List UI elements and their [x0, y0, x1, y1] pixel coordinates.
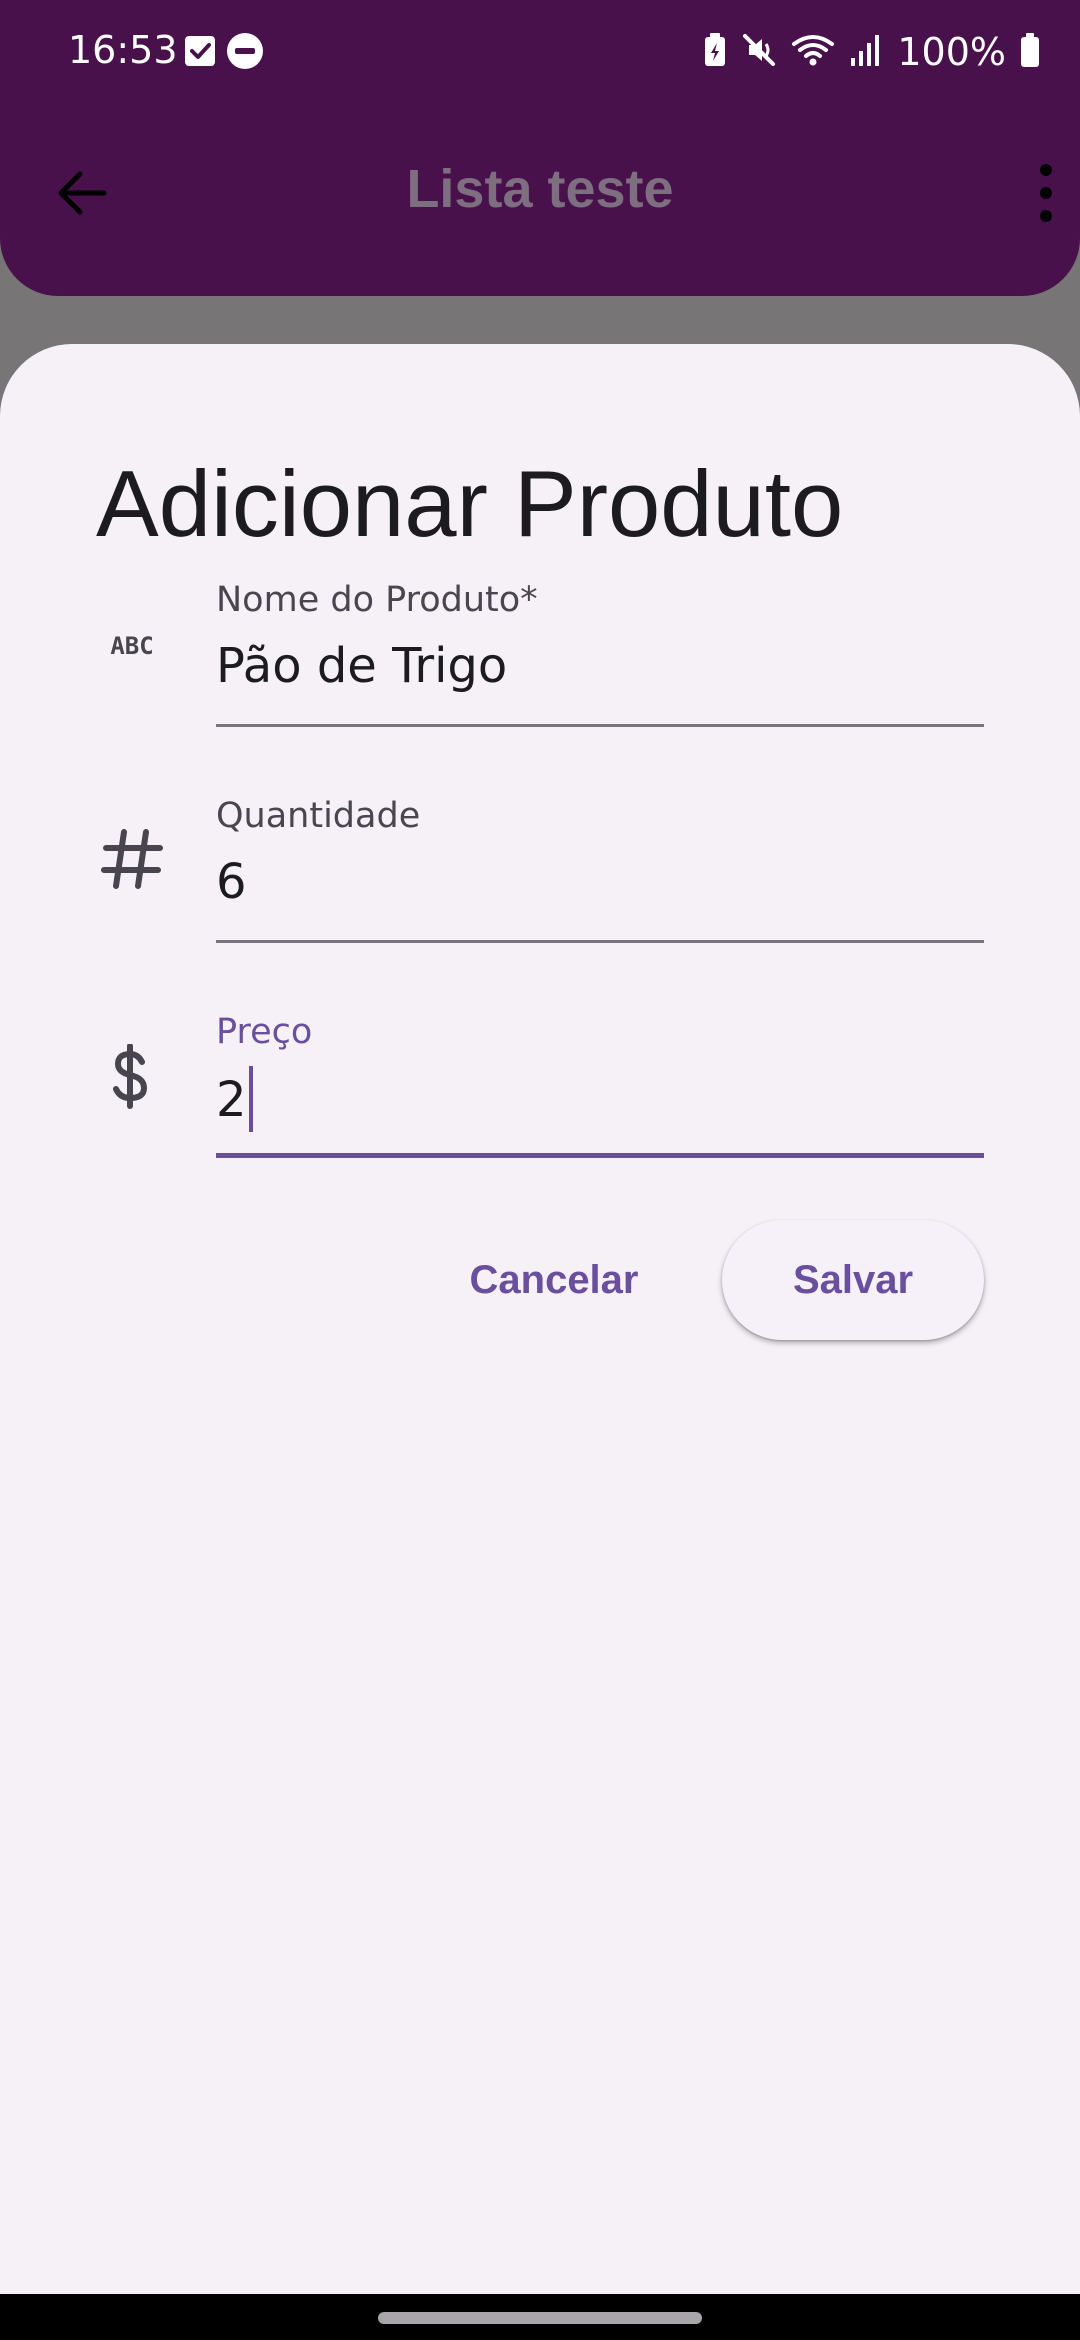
price-label: Preço: [216, 1012, 313, 1052]
product-name-field[interactable]: Nome do Produto* Pão de Trigo: [216, 580, 984, 730]
do-not-disturb-icon: [226, 32, 264, 70]
more-vert-icon: [1040, 164, 1052, 222]
price-field[interactable]: Preço 2: [216, 1012, 984, 1162]
hash-icon: [96, 826, 168, 903]
price-underline: [216, 1153, 984, 1158]
status-right-icons: 100%: [703, 28, 1040, 76]
home-gesture-handle[interactable]: [378, 2312, 702, 2324]
signal-icon: [849, 32, 883, 73]
battery-percent: 100%: [897, 30, 1006, 74]
svg-text:ABC: ABC: [110, 632, 153, 660]
price-input[interactable]: 2: [216, 1072, 247, 1128]
quantity-input[interactable]: 6: [216, 854, 247, 910]
mute-icon: [741, 32, 777, 73]
price-input-wrapper[interactable]: 2: [216, 1066, 253, 1136]
dollar-icon: [96, 1043, 168, 1115]
app-bar-title: Lista teste: [406, 159, 674, 219]
abc-icon: ABC: [96, 628, 168, 665]
product-name-input[interactable]: Pão de Trigo: [216, 638, 507, 694]
quantity-underline: [216, 940, 984, 943]
checkbox-icon: [183, 34, 217, 68]
cancel-button[interactable]: Cancelar: [448, 1220, 660, 1340]
more-menu-button[interactable]: [1034, 158, 1058, 228]
text-caret: [248, 1066, 253, 1132]
screen: 16:53 100% Lista teste Adicionar Produto…: [0, 0, 1080, 2340]
status-bar: 16:53 100%: [0, 0, 1080, 104]
quantity-field[interactable]: Quantidade 6: [216, 796, 984, 946]
dialog-title: Adicionar Produto: [96, 451, 844, 556]
status-time: 16:53: [68, 28, 178, 72]
product-name-underline: [216, 724, 984, 727]
save-button[interactable]: Salvar: [722, 1220, 984, 1340]
quantity-label: Quantidade: [216, 796, 421, 836]
battery-saver-icon: [703, 32, 727, 73]
wifi-icon: [791, 32, 835, 73]
battery-icon: [1020, 32, 1040, 73]
product-name-label: Nome do Produto*: [216, 580, 538, 620]
